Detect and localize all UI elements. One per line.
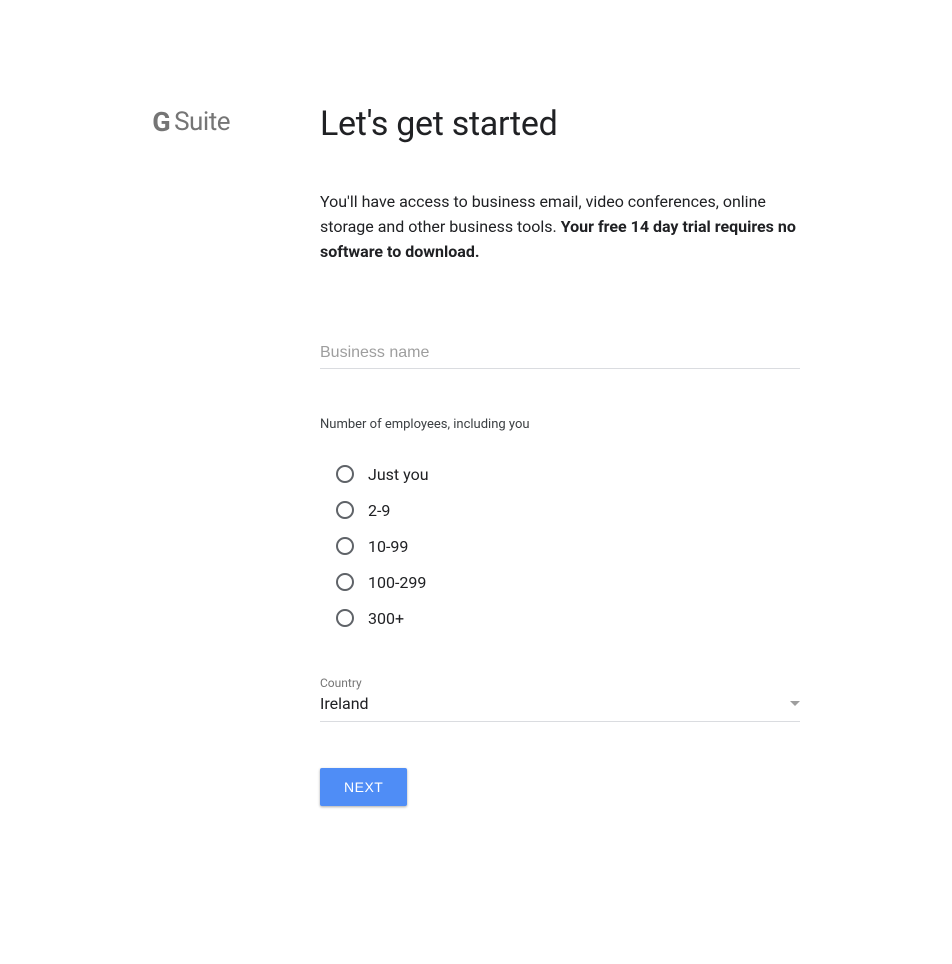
radio-icon <box>336 465 354 483</box>
radio-300-plus[interactable]: 300+ <box>336 600 800 636</box>
employees-label: Number of employees, including you <box>320 417 800 432</box>
radio-icon <box>336 537 354 555</box>
suite-text: Suite <box>174 107 230 137</box>
radio-just-you[interactable]: Just you <box>336 456 800 492</box>
chevron-down-icon <box>790 701 800 706</box>
radio-label: 300+ <box>368 609 404 628</box>
brand-logo: G Suite <box>152 104 230 140</box>
page-title: Let's get started <box>320 104 800 144</box>
country-value: Ireland <box>320 694 369 713</box>
radio-label: 10-99 <box>368 537 408 556</box>
employees-radio-group: Just you 2-9 10-99 100-299 300+ <box>320 456 800 636</box>
radio-label: 100-299 <box>368 573 426 592</box>
radio-icon <box>336 573 354 591</box>
country-label: Country <box>320 676 800 690</box>
radio-label: Just you <box>368 465 429 484</box>
radio-10-99[interactable]: 10-99 <box>336 528 800 564</box>
country-select[interactable]: Ireland <box>320 694 800 722</box>
page-subtitle: You'll have access to business email, vi… <box>320 190 800 264</box>
next-button[interactable]: NEXT <box>320 768 407 806</box>
radio-icon <box>336 609 354 627</box>
radio-100-299[interactable]: 100-299 <box>336 564 800 600</box>
radio-label: 2-9 <box>368 501 390 520</box>
g-icon: G <box>152 106 170 138</box>
radio-2-9[interactable]: 2-9 <box>336 492 800 528</box>
business-name-input[interactable] <box>320 340 800 369</box>
radio-icon <box>336 501 354 519</box>
